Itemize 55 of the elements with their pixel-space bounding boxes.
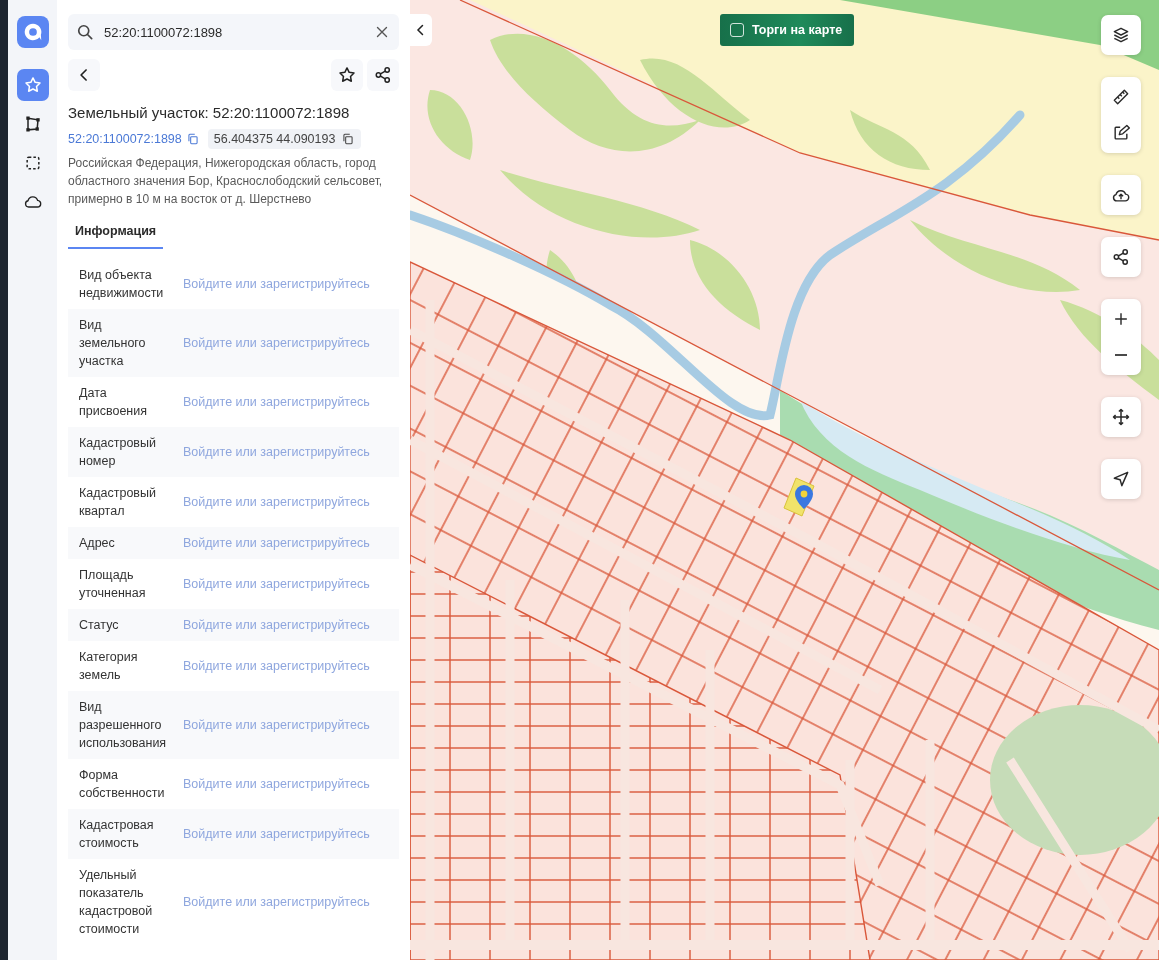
- checkbox[interactable]: [730, 23, 744, 37]
- login-link[interactable]: Войдите или зарегистрируйтесь: [183, 275, 370, 293]
- field-label: Кадастровый номер: [79, 435, 157, 470]
- field-label: Кадастровая стоимость: [79, 817, 155, 852]
- star-icon: [337, 65, 357, 85]
- search-input[interactable]: 52:20:1100072:1898: [104, 24, 364, 40]
- map-pin-icon: [794, 484, 814, 510]
- login-link[interactable]: Войдите или зарегистрируйтесь: [183, 334, 370, 352]
- share-button[interactable]: [367, 59, 399, 91]
- search-field[interactable]: 52:20:1100072:1898: [68, 14, 399, 50]
- field-label: Форма собственности: [79, 767, 166, 802]
- navigation-arrow-icon: [1111, 469, 1131, 489]
- share-icon: [1111, 247, 1131, 267]
- login-link[interactable]: Войдите или зарегистрируйтесь: [183, 493, 370, 511]
- login-link[interactable]: Войдите или зарегистрируйтесь: [183, 825, 370, 843]
- field-label: Адрес: [79, 535, 116, 552]
- login-link[interactable]: Войдите или зарегистрируйтесь: [183, 575, 370, 593]
- minus-icon: [1115, 354, 1127, 356]
- layers-icon: [1111, 25, 1131, 45]
- login-link[interactable]: Войдите или зарегистрируйтесь: [183, 657, 370, 675]
- login-link[interactable]: Войдите или зарегистрируйтесь: [183, 775, 370, 793]
- login-link[interactable]: Войдите или зарегистрируйтесь: [183, 443, 370, 461]
- share-icon: [373, 65, 393, 85]
- copy-icon: [341, 132, 356, 146]
- field-label: Категория земель: [79, 649, 139, 684]
- login-link[interactable]: Войдите или зарегистрируйтесь: [183, 716, 370, 734]
- coordinates-chip[interactable]: 56.404375 44.090193: [207, 129, 362, 149]
- auctions-toggle[interactable]: Торги на карте: [720, 14, 855, 46]
- login-link[interactable]: Войдите или зарегистрируйтесь: [183, 893, 370, 911]
- field-label: Статус: [79, 617, 120, 634]
- favorite-button[interactable]: [331, 59, 363, 91]
- login-link[interactable]: Войдите или зарегистрируйтесь: [183, 616, 370, 634]
- collapse-panel-button[interactable]: [410, 14, 432, 46]
- field-label: Кадастровый квартал: [79, 485, 157, 520]
- edit-icon: [1111, 123, 1131, 143]
- object-title: Земельный участок: 52:20:1100072:1898: [68, 104, 351, 121]
- copy-icon: [185, 132, 200, 146]
- field-label: Удельный показатель кадастровой стоимости: [79, 867, 154, 938]
- cadastral-number-link[interactable]: 52:20:1100072:1898: [68, 132, 200, 146]
- login-link[interactable]: Войдите или зарегистрируйтесь: [183, 393, 370, 411]
- field-label: Дата присвоения: [79, 385, 148, 420]
- move-icon: [1111, 407, 1131, 427]
- login-link[interactable]: Войдите или зарегистрируйтесь: [183, 534, 370, 552]
- info-tab[interactable]: Информация: [68, 217, 164, 249]
- back-button[interactable]: [68, 59, 100, 91]
- field-label: Площадь уточненная: [79, 567, 147, 602]
- search-icon: [75, 22, 95, 42]
- ruler-icon: [1111, 87, 1131, 107]
- app-logo[interactable]: [16, 16, 49, 48]
- address-text: Российская Федерация, Нижегородская область, город областного значения Бор, Краснослободский сельсовет, примерно в 10 м на восток от д. Шерстнево: [68, 155, 384, 208]
- star-icon: [22, 75, 43, 95]
- field-label: Вид объекта недвижимости: [79, 267, 165, 302]
- field-label: Вид земельного участка: [79, 317, 147, 370]
- favorites-button[interactable]: [16, 69, 49, 101]
- field-label: Вид разрешенного использования: [79, 699, 168, 752]
